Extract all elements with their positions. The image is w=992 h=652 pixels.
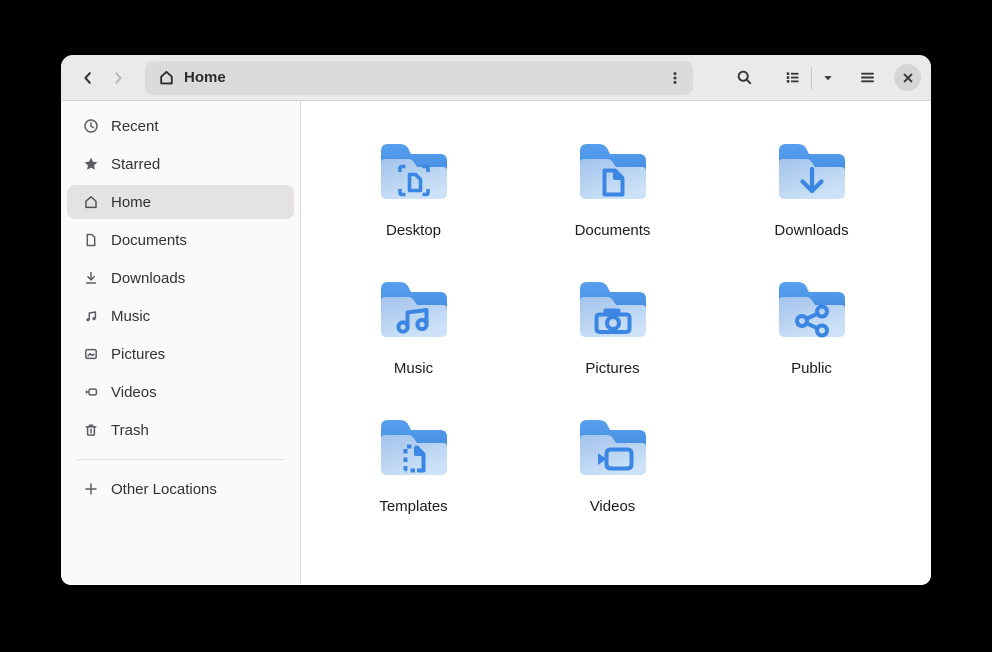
- folder-label: Music: [394, 360, 433, 377]
- music-notes-icon: [83, 308, 99, 324]
- files-window: Home: [61, 55, 931, 585]
- folder-documents[interactable]: Documents: [513, 136, 712, 274]
- sidebar-item-label: Pictures: [111, 346, 165, 363]
- sidebar-item-home[interactable]: Home: [67, 185, 294, 219]
- sidebar-item-documents[interactable]: Documents: [67, 223, 294, 257]
- house-icon: [83, 194, 99, 210]
- folder-downloads[interactable]: Downloads: [712, 136, 911, 274]
- sidebar-item-label: Videos: [111, 384, 157, 401]
- sidebar-item-label: Recent: [111, 118, 159, 135]
- sidebar-item-music[interactable]: Music: [67, 299, 294, 333]
- folder-label: Pictures: [585, 360, 639, 377]
- camcorder-icon: [83, 384, 99, 400]
- folder-desktop[interactable]: Desktop: [314, 136, 513, 274]
- path-bar[interactable]: Home: [145, 61, 693, 95]
- folder-pictures[interactable]: Pictures: [513, 274, 712, 412]
- sidebar-item-pictures[interactable]: Pictures: [67, 337, 294, 371]
- sidebar-item-label: Documents: [111, 232, 187, 249]
- home-icon: [158, 69, 175, 86]
- downloads-folder-icon: [772, 136, 852, 208]
- music-folder-icon: [374, 274, 454, 346]
- sidebar-item-recent[interactable]: Recent: [67, 109, 294, 143]
- location-label: Home: [184, 69, 661, 86]
- videos-folder-icon: [573, 412, 653, 484]
- back-button[interactable]: [73, 63, 103, 93]
- hamburger-icon: [859, 69, 876, 86]
- sidebar-item-label: Music: [111, 308, 150, 325]
- sidebar-separator: [77, 459, 284, 460]
- view-options-dropdown[interactable]: [814, 61, 842, 95]
- photo-icon: [83, 346, 99, 362]
- headerbar-actions: [719, 61, 921, 95]
- sidebar-item-label: Downloads: [111, 270, 185, 287]
- chevron-left-icon: [80, 70, 96, 86]
- view-split-button: [775, 61, 842, 95]
- sidebar-item-starred[interactable]: Starred: [67, 147, 294, 181]
- file-view[interactable]: Desktop Documents: [301, 101, 931, 584]
- plus-icon: [83, 481, 99, 497]
- templates-folder-icon: [374, 412, 454, 484]
- sidebar-item-trash[interactable]: Trash: [67, 413, 294, 447]
- search-icon: [736, 69, 753, 86]
- documents-folder-icon: [573, 136, 653, 208]
- folder-label: Downloads: [774, 222, 848, 239]
- sidebar-item-other-locations[interactable]: Other Locations: [67, 472, 294, 506]
- download-icon: [83, 270, 99, 286]
- document-icon: [83, 232, 99, 248]
- folder-videos[interactable]: Videos: [513, 412, 712, 550]
- star-icon: [83, 156, 99, 172]
- folder-label: Documents: [575, 222, 651, 239]
- pictures-folder-icon: [573, 274, 653, 346]
- chevron-right-icon: [110, 70, 126, 86]
- kebab-icon: [667, 70, 683, 86]
- icon-grid: Desktop Documents: [314, 136, 931, 550]
- sidebar: Recent Starred Home Documents Downloads: [61, 101, 301, 584]
- clock-icon: [83, 118, 99, 134]
- close-button[interactable]: [894, 64, 921, 91]
- headerbar: Home: [61, 55, 931, 101]
- folder-public[interactable]: Public: [712, 274, 911, 412]
- pan-down-icon: [821, 71, 835, 85]
- folder-label: Videos: [590, 498, 636, 515]
- list-view-button[interactable]: [775, 61, 809, 95]
- folder-music[interactable]: Music: [314, 274, 513, 412]
- view-split-separator: [811, 67, 812, 89]
- folder-label: Public: [791, 360, 832, 377]
- close-icon: [902, 72, 914, 84]
- search-button[interactable]: [727, 61, 761, 95]
- forward-button[interactable]: [103, 63, 133, 93]
- folder-label: Desktop: [386, 222, 441, 239]
- main-menu-button[interactable]: [850, 61, 884, 95]
- sidebar-item-label: Home: [111, 194, 151, 211]
- desktop-folder-icon: [374, 136, 454, 208]
- folder-label: Templates: [379, 498, 447, 515]
- trash-icon: [83, 422, 99, 438]
- path-menu-button[interactable]: [661, 64, 689, 92]
- sidebar-item-label: Trash: [111, 422, 149, 439]
- public-folder-icon: [772, 274, 852, 346]
- list-view-icon: [784, 69, 801, 86]
- sidebar-item-label: Starred: [111, 156, 160, 173]
- sidebar-item-videos[interactable]: Videos: [67, 375, 294, 409]
- folder-templates[interactable]: Templates: [314, 412, 513, 550]
- sidebar-item-downloads[interactable]: Downloads: [67, 261, 294, 295]
- sidebar-item-label: Other Locations: [111, 481, 217, 498]
